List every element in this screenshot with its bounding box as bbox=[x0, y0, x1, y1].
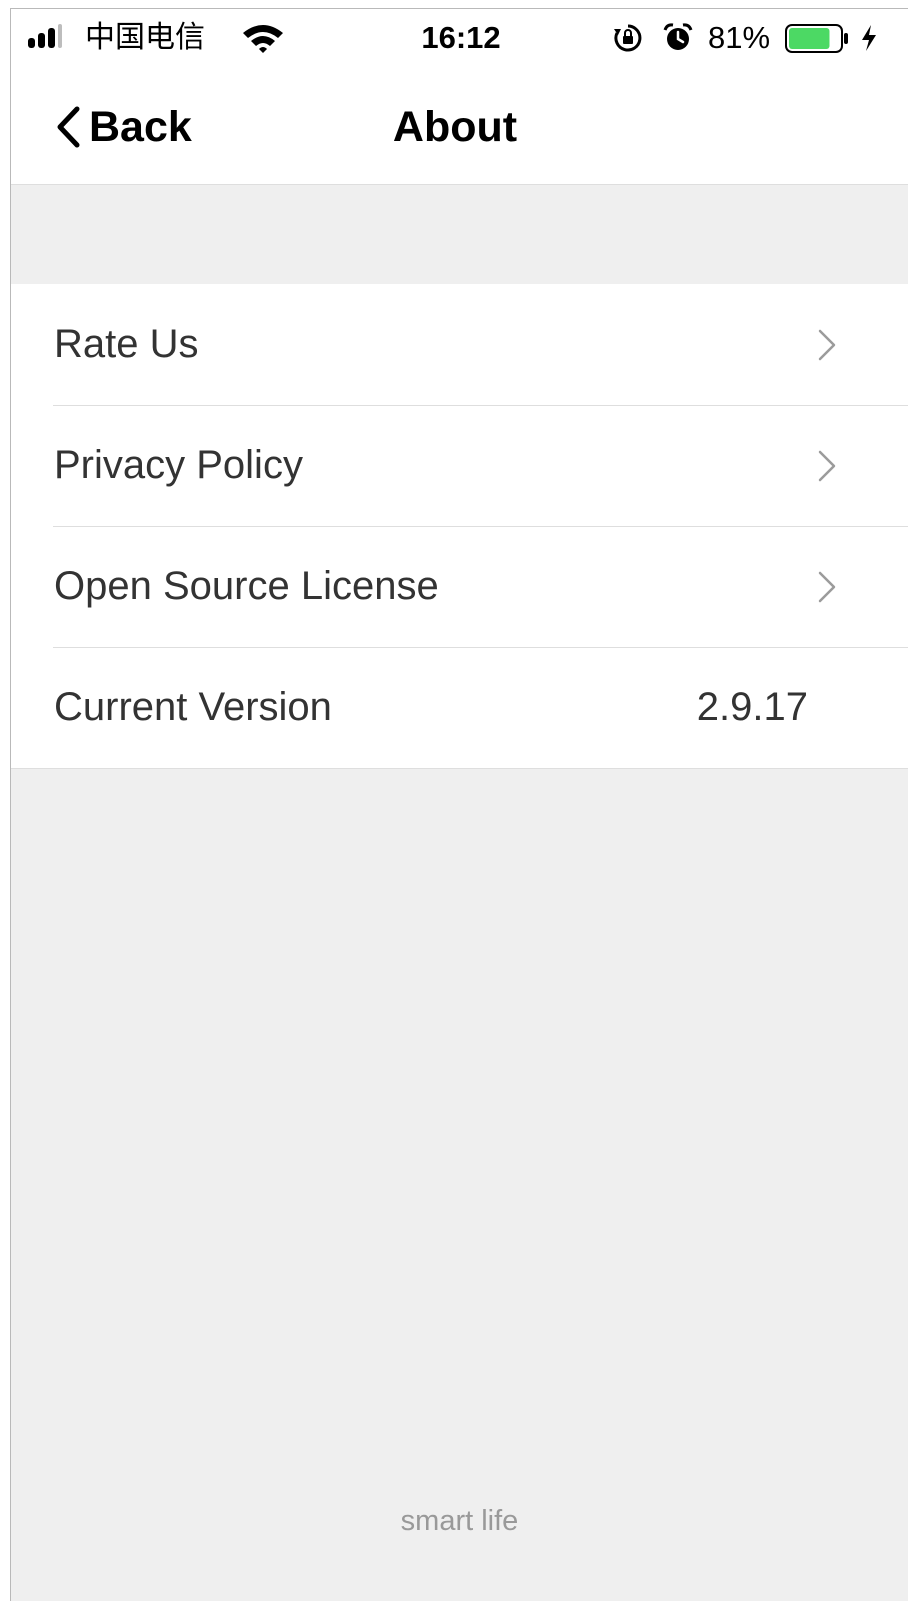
rate-us-row[interactable]: Rate Us bbox=[11, 284, 908, 405]
signal-icon bbox=[28, 24, 62, 48]
chevron-right-icon bbox=[818, 571, 836, 603]
row-label: Open Source License bbox=[54, 564, 439, 608]
back-button[interactable]: Back bbox=[53, 99, 192, 155]
navigation-bar: Back About bbox=[11, 69, 908, 185]
row-label: Rate Us bbox=[54, 322, 199, 366]
back-label: Back bbox=[89, 103, 192, 151]
alarm-icon bbox=[663, 23, 693, 50]
charging-bolt-icon bbox=[862, 25, 876, 51]
about-list: Rate Us Privacy Policy Open Source Licen… bbox=[11, 284, 908, 769]
row-label: Current Version bbox=[54, 685, 332, 729]
privacy-policy-row[interactable]: Privacy Policy bbox=[11, 405, 908, 526]
rotation-lock-icon bbox=[614, 24, 642, 52]
chevron-right-icon bbox=[818, 329, 836, 361]
open-source-license-row[interactable]: Open Source License bbox=[11, 526, 908, 647]
page-title: About bbox=[392, 103, 518, 151]
current-version-row: Current Version 2.9.17 bbox=[11, 647, 908, 768]
version-value: 2.9.17 bbox=[696, 685, 808, 729]
footer-app-name: smart life bbox=[400, 1505, 519, 1537]
chevron-left-icon bbox=[57, 106, 80, 148]
status-time: 16:12 bbox=[421, 20, 501, 55]
row-label: Privacy Policy bbox=[54, 443, 303, 487]
battery-icon bbox=[785, 24, 848, 53]
app-screen: 中国电信 16:12 81% Back About Rate Us Privac… bbox=[10, 8, 908, 1601]
battery-percentage: 81% bbox=[708, 20, 771, 55]
status-bar: 中国电信 16:12 81% bbox=[11, 9, 908, 69]
chevron-right-icon bbox=[818, 450, 836, 482]
wifi-icon bbox=[243, 25, 283, 53]
carrier-name: 中国电信 bbox=[85, 20, 205, 55]
